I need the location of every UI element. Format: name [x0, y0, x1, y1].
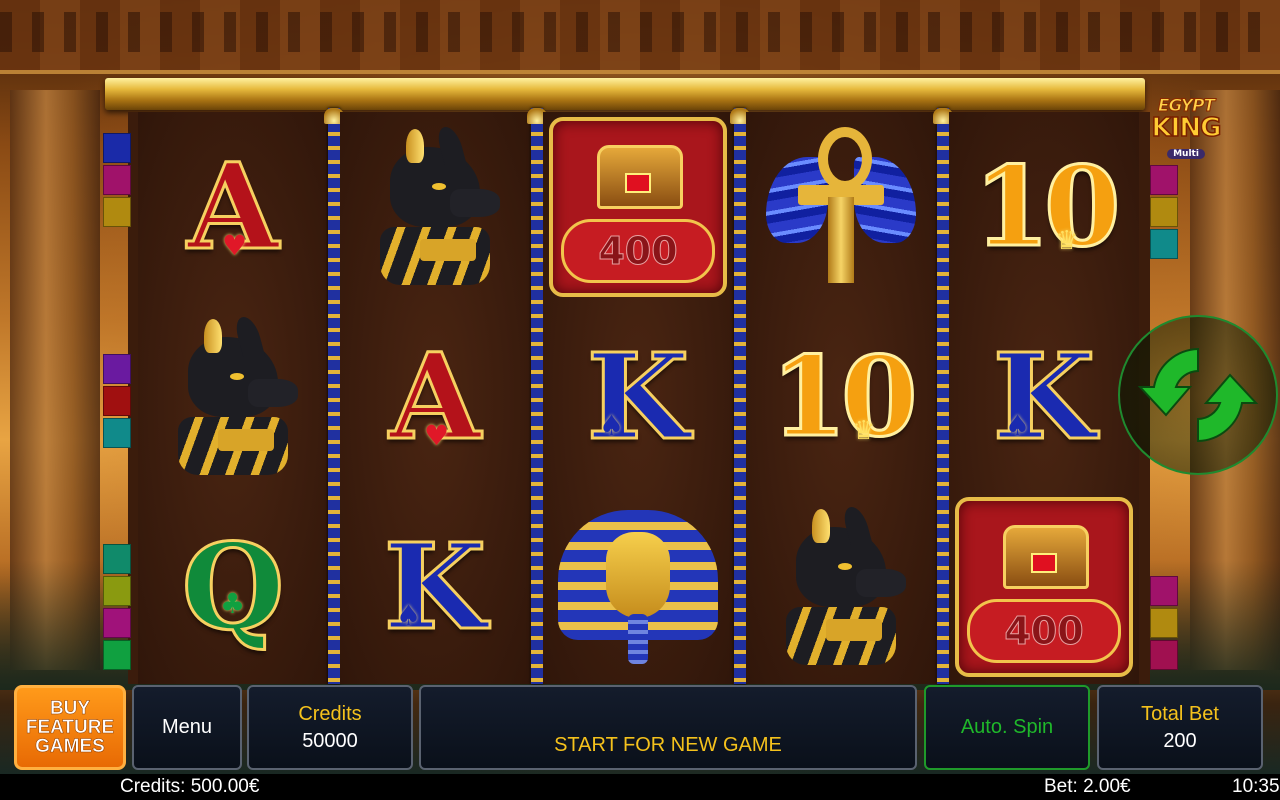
total-bet-value: 200 [1163, 729, 1197, 752]
anubis-icon [370, 127, 500, 287]
reel-1: A ♥ Q ♣ [138, 112, 328, 684]
ankh-icon [766, 127, 916, 287]
auto-spin-label: Auto. Spin [960, 716, 1054, 738]
reel-4: 10 ♛ [746, 112, 936, 684]
start-new-game-button[interactable]: START FOR NEW GAME [419, 685, 917, 770]
spade-icon: ♠ [599, 409, 625, 442]
symbol-ace: A ♥ [138, 112, 328, 302]
payline-indicator [103, 544, 131, 574]
menu-label: Menu [161, 716, 213, 738]
payline-indicator [103, 165, 131, 195]
status-bar: Credits: 500.00€ Bet: 2.00€ 10:35 [0, 774, 1280, 800]
payline-indicator [1150, 608, 1178, 638]
anubis-icon [168, 317, 298, 477]
chest-value: 400 [967, 599, 1121, 663]
reel-separator [730, 108, 750, 684]
reel-separator [527, 108, 547, 684]
symbol-treasure-chest: 400 [543, 112, 733, 302]
payline-indicator [103, 386, 131, 416]
spade-icon: ♠ [396, 599, 422, 632]
start-label: START FOR NEW GAME [554, 734, 782, 756]
game-logo: EGYPT KING Multi [1136, 97, 1236, 162]
card-letter: 10 [972, 142, 1122, 271]
symbol-king: K ♠ [949, 302, 1139, 492]
symbol-anubis [340, 112, 530, 302]
buy-label-line1: BUY [49, 698, 91, 719]
reel-board: A ♥ Q ♣ A ♥ K ♠ 400 K ♠ 10 ♛ 10 ♛ K ♠ 40… [128, 108, 1150, 684]
payline-indicator [103, 418, 131, 448]
reel-top-beam [105, 78, 1145, 110]
reel-2: A ♥ K ♠ [340, 112, 530, 684]
credits-value: 50000 [302, 729, 358, 752]
spade-icon: ♠ [1005, 409, 1031, 442]
symbol-anubis [138, 302, 328, 492]
treasure-chest-icon: 400 [549, 117, 727, 297]
status-credits: Credits: 500.00€ [120, 776, 260, 797]
payline-indicator [1150, 165, 1178, 195]
reel-separator [933, 108, 953, 684]
total-bet-label: Total Bet [1141, 702, 1219, 725]
menu-button[interactable]: Menu [132, 685, 242, 770]
payline-indicator [1150, 576, 1178, 606]
total-bet-display[interactable]: Total Bet 200 [1097, 685, 1263, 770]
auto-spin-button[interactable]: Auto. Spin [924, 685, 1090, 770]
payline-indicator [1150, 229, 1178, 259]
symbol-queen: Q ♣ [138, 492, 328, 682]
crown-icon: ♛ [852, 416, 876, 446]
heart-icon: ♥ [424, 419, 450, 452]
credits-display[interactable]: Credits 50000 [247, 685, 413, 770]
chest-value: 400 [561, 219, 715, 283]
reel-separator [324, 108, 344, 684]
symbol-ten: 10 ♛ [949, 112, 1139, 302]
payline-indicator [103, 608, 131, 638]
payline-indicator [103, 640, 131, 670]
crown-icon: ♛ [1055, 226, 1079, 256]
payline-indicator [1150, 640, 1178, 670]
hieroglyph-frieze [0, 0, 1280, 74]
logo-line-2: KING [1151, 113, 1222, 143]
refresh-arrows-icon [1137, 347, 1259, 443]
symbol-ace: A ♥ [340, 302, 530, 492]
buy-label-line3: GAMES [35, 736, 105, 757]
payline-indicator [103, 133, 131, 163]
heart-icon: ♥ [222, 229, 248, 262]
payline-indicator [1150, 197, 1178, 227]
symbol-anubis [746, 492, 936, 682]
reel-3: 400 K ♠ [543, 112, 733, 684]
pharaoh-icon [558, 502, 718, 672]
symbol-king: K ♠ [543, 302, 733, 492]
logo-line-3: Multi [1167, 149, 1205, 159]
status-bet: Bet: 2.00€ [1044, 776, 1131, 797]
status-time: 10:35 [1232, 776, 1280, 797]
symbol-treasure-chest: 400 [949, 492, 1139, 682]
symbol-ten: 10 ♛ [746, 302, 936, 492]
club-icon: ♣ [220, 587, 246, 620]
symbol-king: K ♠ [340, 492, 530, 682]
payline-indicator [103, 354, 131, 384]
symbol-ankh [746, 112, 936, 302]
buy-label-line2: FEATURE [25, 717, 115, 738]
credits-label: Credits [298, 702, 362, 725]
payline-indicator [103, 197, 131, 227]
card-letter: 10 [769, 332, 919, 461]
payline-indicator [103, 576, 131, 606]
reel-5: 10 ♛ K ♠ 400 [949, 112, 1139, 684]
treasure-chest-icon: 400 [955, 497, 1133, 677]
symbol-pharaoh [543, 492, 733, 682]
anubis-icon [776, 507, 906, 667]
buy-feature-games-button[interactable]: BUY FEATURE GAMES [14, 685, 126, 770]
spin-button[interactable] [1118, 315, 1278, 475]
